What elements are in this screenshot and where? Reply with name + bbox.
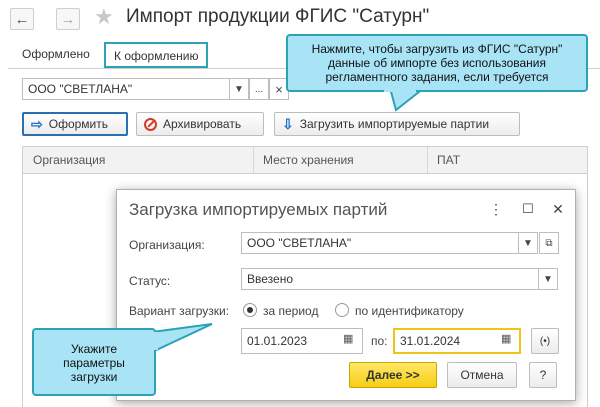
tab-issued[interactable]: Оформлено xyxy=(14,42,98,68)
callout-pointer xyxy=(151,323,213,354)
table-header: Организация Место хранения ПАТ xyxy=(22,146,588,174)
column-divider xyxy=(427,147,428,173)
chevron-down-icon: ▼ xyxy=(523,237,533,249)
favorite-star-icon[interactable]: ★ xyxy=(94,6,114,28)
next-button[interactable]: Далее >> xyxy=(349,362,437,388)
help-button[interactable]: ? xyxy=(529,362,557,388)
organization-filter-input[interactable]: ООО "СВЕТЛАНА" xyxy=(22,78,230,100)
calendar-icon[interactable]: ▦ xyxy=(501,332,511,345)
chevron-down-icon: ▼ xyxy=(234,83,244,95)
column-storage[interactable]: Место хранения xyxy=(263,153,354,167)
calendar-icon[interactable]: ▦ xyxy=(343,332,353,345)
status-label: Статус: xyxy=(129,274,171,288)
load-import-batches-button[interactable]: ⇩ Загрузить импортируемые партии xyxy=(274,112,520,136)
back-button[interactable]: ← xyxy=(10,8,34,30)
close-icon[interactable]: ✕ xyxy=(549,200,567,218)
callout-text-line: загрузки xyxy=(70,370,118,384)
organization-field[interactable]: ООО "СВЕТЛАНА" xyxy=(241,232,519,254)
organization-label: Организация: xyxy=(129,238,205,252)
status-select[interactable]: Ввезено xyxy=(241,268,539,290)
column-organization[interactable]: Организация xyxy=(33,153,105,167)
radio-identifier-label[interactable]: по идентификатору xyxy=(355,304,464,318)
open-organization-button[interactable]: ⧉ xyxy=(539,232,559,254)
status-dropdown-button[interactable]: ▼ xyxy=(538,268,558,290)
dialog-title: Загрузка импортируемых партий xyxy=(129,200,388,219)
cancel-button[interactable]: Отмена xyxy=(447,362,517,388)
forward-button[interactable]: → xyxy=(56,8,80,30)
load-batches-dialog: Загрузка импортируемых партий ⋮ ☐ ✕ Орга… xyxy=(116,189,576,401)
callout-text-line: регламентного задания, если требуется xyxy=(325,70,549,84)
load-button-label: Загрузить импортируемые партии xyxy=(299,117,490,131)
callout-text-line: данные об импорте без использования xyxy=(328,56,546,70)
callout-text-line: Укажите xyxy=(70,342,118,356)
callout-text-line: Нажмите, чтобы загрузить из ФГИС "Сатурн… xyxy=(311,42,563,56)
archive-button-label: Архивировать xyxy=(163,117,242,131)
column-pat[interactable]: ПАТ xyxy=(437,153,460,167)
issue-button[interactable]: ⇨ Оформить xyxy=(22,112,128,136)
hint-callout-params: Укажите параметры загрузки xyxy=(32,328,156,396)
arrow-left-icon: ← xyxy=(14,10,30,28)
prohibited-icon xyxy=(144,117,157,131)
archive-button[interactable]: Архивировать xyxy=(136,112,264,136)
hint-callout-load: Нажмите, чтобы загрузить из ФГИС "Сатурн… xyxy=(286,34,588,92)
period-select-button[interactable]: (•) xyxy=(531,328,559,354)
download-arrow-icon: ⇩ xyxy=(282,115,294,132)
period-icon: (•) xyxy=(539,335,551,347)
clear-icon: × xyxy=(275,81,283,97)
issue-button-label: Оформить xyxy=(48,117,108,131)
maximize-icon[interactable]: ☐ xyxy=(519,200,537,218)
variant-label: Вариант загрузки: xyxy=(129,304,230,318)
open-select-button[interactable]: ... xyxy=(249,78,269,100)
date-to-label: по: xyxy=(371,334,388,348)
chevron-down-icon: ▼ xyxy=(543,273,553,285)
arrow-right-icon: ⇨ xyxy=(31,115,43,132)
column-divider xyxy=(253,147,254,173)
ellipsis-icon: ... xyxy=(254,83,264,95)
dropdown-button[interactable]: ▼ xyxy=(229,78,249,100)
open-link-icon: ⧉ xyxy=(545,237,553,249)
radio-period-label[interactable]: за период xyxy=(263,304,318,318)
callout-pointer-mask xyxy=(150,332,158,350)
radio-identifier[interactable] xyxy=(335,303,349,317)
callout-pointer-mask xyxy=(384,86,416,92)
page-title: Импорт продукции ФГИС "Сатурн" xyxy=(126,6,430,27)
radio-period[interactable] xyxy=(243,303,257,317)
menu-icon[interactable]: ⋮ xyxy=(487,200,505,218)
arrow-right-icon: → xyxy=(60,10,76,28)
organization-dropdown-button[interactable]: ▼ xyxy=(518,232,538,254)
callout-text-line: параметры xyxy=(63,356,125,370)
tab-to-issue[interactable]: К оформлению xyxy=(104,42,209,68)
